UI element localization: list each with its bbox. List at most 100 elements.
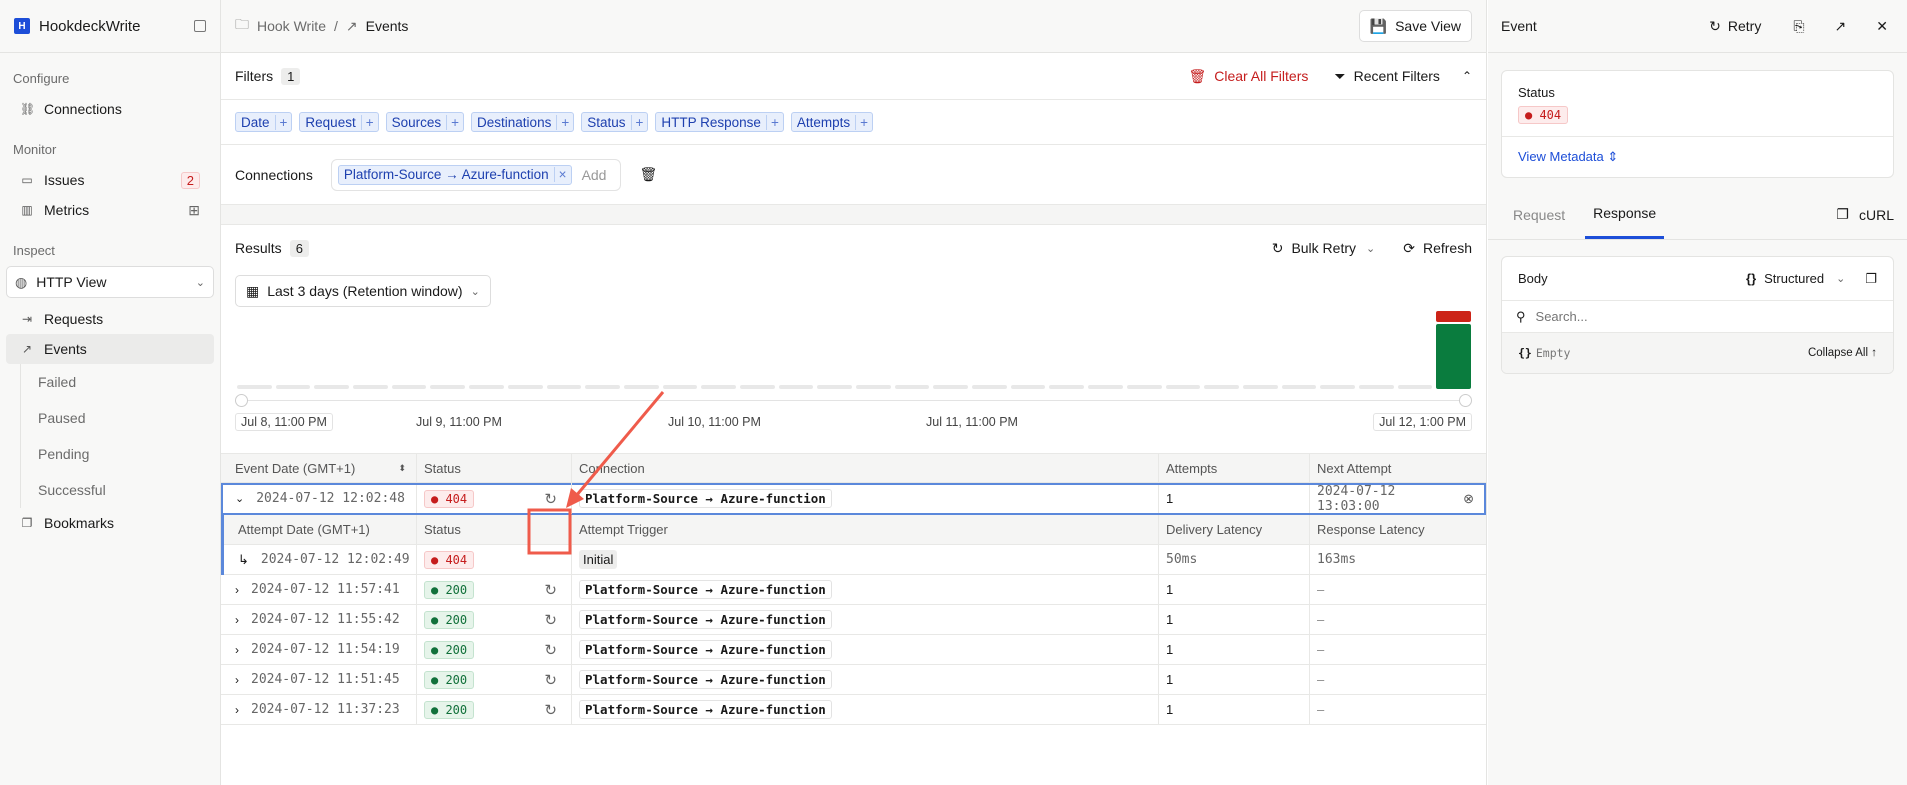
sort-icon[interactable]: ⬍ xyxy=(398,463,406,474)
histogram-bar-empty[interactable] xyxy=(972,385,1007,389)
table-row[interactable]: › 2024-07-12 11:55:42 ● 200 ↻ Platform-Sou… xyxy=(221,605,1486,635)
table-row-selected[interactable]: ⌄ 2024-07-12 12:02:48 ● 404 ↻ Platform-Sou… xyxy=(221,483,1486,515)
attempt-row[interactable]: ↳ 2024-07-12 12:02:49 ● 404 Initial 50ms … xyxy=(224,545,1486,575)
histogram-bar-empty[interactable] xyxy=(1281,385,1317,389)
histogram-bar-empty[interactable] xyxy=(1165,385,1201,389)
filter-chip-destinations[interactable]: Destinations + xyxy=(471,112,575,132)
delete-filter-icon[interactable]: 🗑 xyxy=(639,166,657,183)
remove-chip-icon[interactable]: × xyxy=(553,167,571,182)
table-row[interactable]: › 2024-07-12 11:37:23 ● 200 ↻ Platform-Sou… xyxy=(221,695,1486,725)
curl-button[interactable]: cURL xyxy=(1859,207,1894,223)
chevron-right-icon[interactable]: › xyxy=(235,613,239,627)
add-filter-icon[interactable]: + xyxy=(446,114,463,130)
table-row[interactable]: › 2024-07-12 11:54:19 ● 200 ↻ Platform-Sou… xyxy=(221,635,1486,665)
chevron-down-icon[interactable]: ⌄ xyxy=(1836,272,1845,285)
cancel-next-attempt-icon[interactable]: ⊗ xyxy=(1463,491,1474,507)
histogram-bar-empty[interactable] xyxy=(1242,385,1278,389)
histogram-bar-empty[interactable] xyxy=(469,385,504,389)
histogram-bar-empty[interactable] xyxy=(1049,385,1085,389)
retry-icon[interactable]: ↻ xyxy=(544,701,557,719)
histogram-bar-empty[interactable] xyxy=(1320,385,1355,389)
connections-filter-input[interactable]: Platform-Source → Azure-function × Add xyxy=(330,158,622,191)
chevron-right-icon[interactable]: › xyxy=(235,703,239,717)
app-name[interactable]: HookdeckWrite xyxy=(39,18,140,35)
refresh-button[interactable]: Refresh xyxy=(1423,240,1472,256)
chevron-down-icon[interactable]: ⌄ xyxy=(235,492,244,505)
format-select[interactable]: Structured xyxy=(1764,271,1824,286)
histogram-bar-empty[interactable] xyxy=(585,385,620,389)
add-metric-icon[interactable]: ⊞ xyxy=(188,202,200,219)
histogram-bar-empty[interactable] xyxy=(314,385,350,389)
histogram-bar-empty[interactable] xyxy=(1204,385,1239,389)
clear-filters-button[interactable]: Clear All Filters xyxy=(1214,68,1308,84)
histogram-bar-empty[interactable] xyxy=(817,385,852,389)
table-row[interactable]: › 2024-07-12 11:57:41 ● 200 ↻ Platform-Sou… xyxy=(221,575,1486,605)
filter-chip-status[interactable]: Status + xyxy=(581,112,649,132)
histogram-bar-failed[interactable] xyxy=(1436,311,1471,322)
open-external-icon[interactable]: ↗ xyxy=(1835,18,1847,35)
sidebar-item-failed[interactable]: Failed xyxy=(20,364,220,400)
col-event-date[interactable]: Event Date (GMT+1) xyxy=(235,461,355,476)
retry-icon[interactable]: ↻ xyxy=(544,611,557,629)
histogram-bar-empty[interactable] xyxy=(353,385,388,389)
collapse-all-button[interactable]: Collapse All ↑ xyxy=(1808,347,1877,359)
sidebar-item-successful[interactable]: Successful xyxy=(20,472,220,508)
breadcrumb-project[interactable]: Hook Write xyxy=(257,18,326,34)
chevron-right-icon[interactable]: › xyxy=(235,583,239,597)
copy-icon[interactable]: ❐ xyxy=(1865,271,1877,287)
histogram-bar-empty[interactable] xyxy=(391,385,427,389)
retry-icon[interactable]: ↻ xyxy=(544,641,557,659)
sidebar-item-events[interactable]: ↗ Events xyxy=(6,334,214,364)
histogram-bar-empty[interactable] xyxy=(1088,385,1123,389)
add-filter-icon[interactable]: + xyxy=(556,114,573,130)
histogram-bar-empty[interactable] xyxy=(856,385,891,389)
histogram-bar-empty[interactable] xyxy=(662,385,698,389)
histogram-bar-empty[interactable] xyxy=(237,385,272,389)
histogram-bar-empty[interactable] xyxy=(701,385,736,389)
retry-button[interactable]: Retry xyxy=(1728,18,1761,34)
histogram-bar-empty[interactable] xyxy=(1126,385,1162,389)
histogram-bar-success[interactable] xyxy=(1436,324,1471,389)
histogram-bar-empty[interactable] xyxy=(1358,385,1394,389)
view-metadata-button[interactable]: View Metadata ⇕ xyxy=(1502,137,1893,177)
retry-icon[interactable]: ↻ xyxy=(544,490,557,508)
add-filter-icon[interactable]: + xyxy=(855,114,872,130)
add-connection-input[interactable]: Add xyxy=(582,167,607,183)
body-search-input[interactable] xyxy=(1535,309,1879,324)
sidebar-item-pending[interactable]: Pending xyxy=(20,436,220,472)
sidebar-item-metrics[interactable]: ▥ Metrics ⊞ xyxy=(6,195,214,225)
bookmark-icon[interactable]: ⎘ xyxy=(1793,18,1804,35)
filter-chip-request[interactable]: Request + xyxy=(299,112,379,132)
tab-response[interactable]: Response xyxy=(1585,190,1665,239)
filter-chip-attempts[interactable]: Attempts + xyxy=(790,112,873,132)
histogram-bar-empty[interactable] xyxy=(546,385,582,389)
histogram-bar-empty[interactable] xyxy=(275,385,311,389)
connection[interactable]: Platform-Source → Azure-function xyxy=(579,489,832,508)
chevron-down-icon[interactable]: ⌄ xyxy=(1366,242,1375,255)
tab-request[interactable]: Request xyxy=(1501,207,1577,223)
sidebar-item-connections[interactable]: ⛓ Connections xyxy=(6,94,214,124)
recent-filters-button[interactable]: Recent Filters xyxy=(1354,68,1440,84)
filter-chip-sources[interactable]: Sources + xyxy=(385,112,465,132)
bulk-retry-button[interactable]: Bulk Retry xyxy=(1291,240,1356,256)
add-filter-icon[interactable]: + xyxy=(360,114,378,130)
close-icon[interactable]: ✕ xyxy=(1876,18,1888,35)
histogram-bar-empty[interactable] xyxy=(1397,385,1433,389)
histogram-bar-empty[interactable] xyxy=(623,385,659,389)
chevron-right-icon[interactable]: › xyxy=(235,673,239,687)
collapse-sidebar-icon[interactable] xyxy=(194,20,206,32)
sidebar-item-paused[interactable]: Paused xyxy=(20,400,220,436)
histogram-bar-empty[interactable] xyxy=(894,385,930,389)
sidebar-item-issues[interactable]: ▭ Issues 2 xyxy=(6,165,214,195)
histogram-bar-empty[interactable] xyxy=(1010,385,1046,389)
range-handle-start[interactable] xyxy=(235,394,248,407)
histogram-bar-empty[interactable] xyxy=(739,385,775,389)
add-filter-icon[interactable]: + xyxy=(765,114,783,130)
retry-icon[interactable]: ↻ xyxy=(544,581,557,599)
range-handle-end[interactable] xyxy=(1459,394,1472,407)
table-row[interactable]: › 2024-07-12 11:51:45 ● 200 ↻ Platform-Sou… xyxy=(221,665,1486,695)
save-view-button[interactable]: 💾 Save View xyxy=(1358,10,1472,42)
chevron-up-icon[interactable]: ⌃ xyxy=(1462,69,1472,83)
filter-chip-http-response[interactable]: HTTP Response + xyxy=(655,112,784,132)
histogram-bar-empty[interactable] xyxy=(778,385,814,389)
